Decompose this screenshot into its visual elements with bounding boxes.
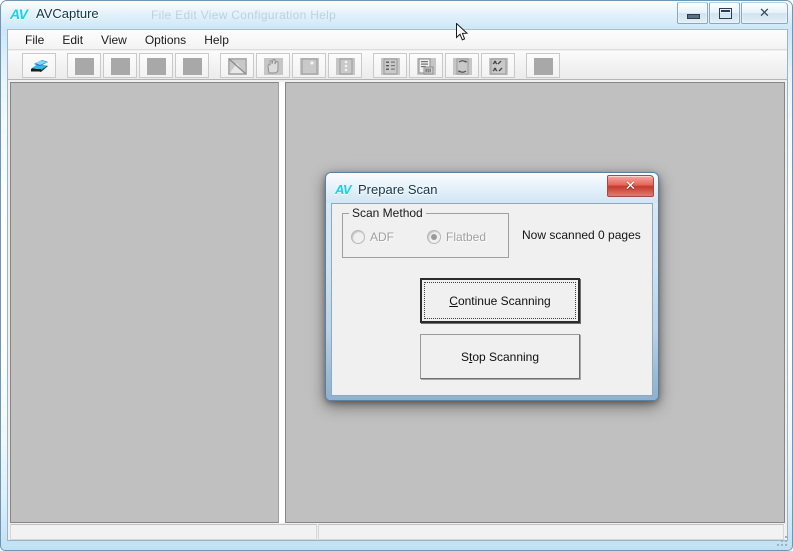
- thumbnail-panel[interactable]: [10, 82, 279, 523]
- menu-bar: File Edit View Options Help: [8, 30, 787, 50]
- toolbar-button-12[interactable]: [445, 52, 479, 78]
- prepare-scan-dialog: AV Prepare Scan ✕ Scan Method ADF Flatbe…: [325, 172, 659, 401]
- blank-square-icon: [111, 57, 130, 75]
- radio-flatbed-label: Flatbed: [446, 230, 487, 244]
- dialog-logo-icon: AV: [335, 182, 352, 197]
- toolbar-button-13[interactable]: [481, 52, 515, 78]
- stop-scanning-button[interactable]: St op Scanning: [420, 334, 580, 379]
- close-icon: ✕: [625, 178, 636, 193]
- blank-square-icon: [183, 57, 202, 75]
- continue-scanning-accel: C: [449, 293, 458, 308]
- toolbar-button-5[interactable]: [175, 52, 209, 78]
- menu-item-view[interactable]: View: [92, 31, 136, 49]
- hand-pan-icon: [264, 57, 283, 75]
- rotate-icon: [453, 57, 472, 75]
- toolbar-button-4[interactable]: [139, 52, 173, 78]
- menu-item-edit[interactable]: Edit: [53, 31, 92, 49]
- scan-button[interactable]: [22, 52, 56, 78]
- minimize-button[interactable]: [677, 2, 708, 24]
- maximize-button[interactable]: [709, 2, 740, 24]
- image-select-icon: [228, 57, 247, 75]
- status-bar: [10, 524, 785, 540]
- maximize-icon: [719, 8, 732, 19]
- window-title: AVCapture: [36, 6, 99, 21]
- toolbar-button-3[interactable]: [103, 52, 137, 78]
- radio-flatbed-indicator: [427, 230, 441, 244]
- dialog-title: Prepare Scan: [358, 182, 438, 197]
- radio-adf: ADF: [351, 230, 394, 244]
- dialog-body: Scan Method ADF Flatbed Now scanned 0 pa…: [331, 203, 653, 396]
- app-logo-icon: AV: [10, 6, 28, 22]
- focus-ring: Continue Scanning: [424, 282, 576, 319]
- toolbar-separator: [366, 53, 369, 78]
- window-controls: ✕: [676, 2, 788, 24]
- radio-flatbed: Flatbed: [427, 230, 486, 244]
- toolbar-button-2[interactable]: [67, 52, 101, 78]
- radio-adf-label: ADF: [370, 230, 394, 244]
- continue-scanning-button[interactable]: Continue Scanning: [420, 278, 580, 323]
- status-pane-left: [10, 524, 317, 540]
- close-button[interactable]: ✕: [741, 2, 788, 24]
- dialog-title-bar[interactable]: AV Prepare Scan ✕: [326, 173, 658, 203]
- menu-item-options[interactable]: Options: [136, 31, 195, 49]
- blank-square-icon: [534, 57, 553, 75]
- toolbar-separator: [60, 53, 63, 78]
- toolbar-button-7[interactable]: [256, 52, 290, 78]
- blank-square-icon: [75, 57, 94, 75]
- scatter-icon: [489, 57, 508, 75]
- page-icon: [300, 57, 319, 75]
- continue-scanning-label: ontinue Scanning: [457, 293, 551, 308]
- page-dots-icon: [336, 57, 355, 75]
- stop-scanning-prefix: S: [460, 349, 469, 364]
- toolbar-button-8[interactable]: [292, 52, 326, 78]
- menu-item-help[interactable]: Help: [195, 31, 238, 49]
- dialog-close-button[interactable]: ✕: [607, 175, 654, 197]
- toolbar-button-10[interactable]: [373, 52, 407, 78]
- scanner-icon: [31, 59, 48, 72]
- scan-method-legend: Scan Method: [349, 206, 426, 220]
- minimize-icon: [687, 14, 700, 19]
- list-icon: [381, 57, 400, 75]
- stop-scanning-label: op Scanning: [472, 349, 540, 364]
- close-icon: ✕: [759, 5, 770, 20]
- background-window-ghost-text: File Edit View Configuration Help: [151, 8, 337, 22]
- toolbar-separator: [213, 53, 216, 78]
- toolbar-button-14[interactable]: [526, 52, 560, 78]
- toolbar-separator: [519, 53, 522, 78]
- toolbar-button-6[interactable]: [220, 52, 254, 78]
- blank-square-icon: [147, 57, 166, 75]
- application-window: AV AVCapture File Edit View Configuratio…: [0, 0, 793, 551]
- document-lines-icon: [417, 57, 436, 75]
- scan-method-group: Scan Method ADF Flatbed: [342, 206, 509, 258]
- toolbar-button-9[interactable]: [328, 52, 362, 78]
- radio-adf-indicator: [351, 230, 365, 244]
- menu-item-file[interactable]: File: [16, 31, 53, 49]
- toolbar-button-11[interactable]: [409, 52, 443, 78]
- now-scanned-status: Now scanned 0 pages: [522, 228, 641, 242]
- toolbar: [8, 51, 787, 80]
- status-pane-right: [318, 524, 784, 540]
- title-bar[interactable]: AV AVCapture File Edit View Configuratio…: [1, 1, 792, 29]
